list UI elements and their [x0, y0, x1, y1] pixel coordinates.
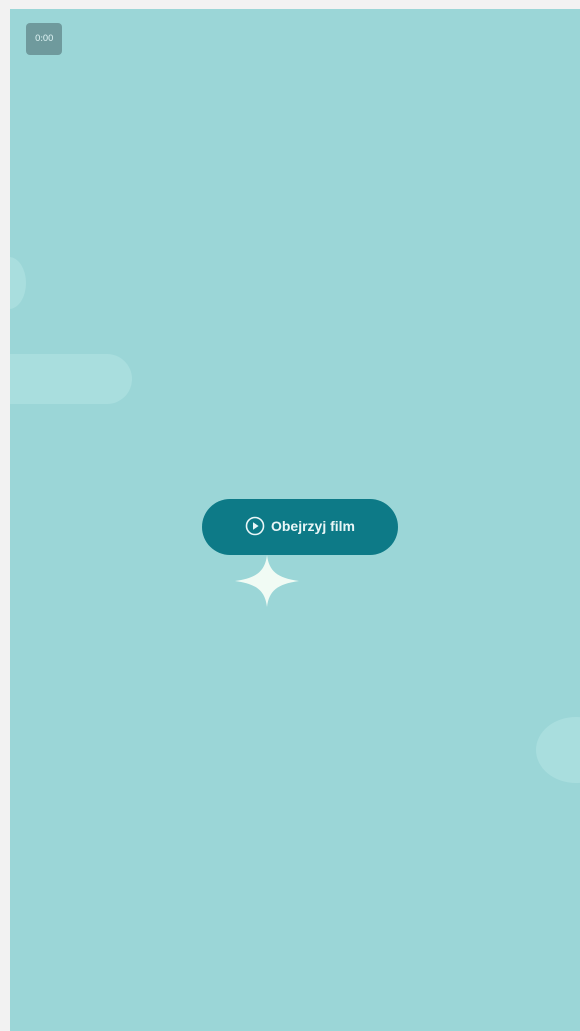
video-screen[interactable]: 0:00 Obejrzyj film [10, 9, 580, 1031]
sparkle-icon [233, 551, 301, 611]
device-frame: 0:00 Obejrzyj film [0, 0, 580, 1031]
status-badge: 0:00 [26, 23, 62, 55]
play-circle-icon [245, 516, 265, 536]
watch-video-label: Obejrzyj film [270, 518, 356, 534]
watch-video-button[interactable]: Obejrzyj film [202, 499, 398, 555]
decorative-cloud [536, 717, 580, 783]
status-badge-text: 0:00 [34, 34, 54, 44]
decorative-cloud [10, 257, 26, 309]
decorative-cloud [10, 354, 132, 404]
